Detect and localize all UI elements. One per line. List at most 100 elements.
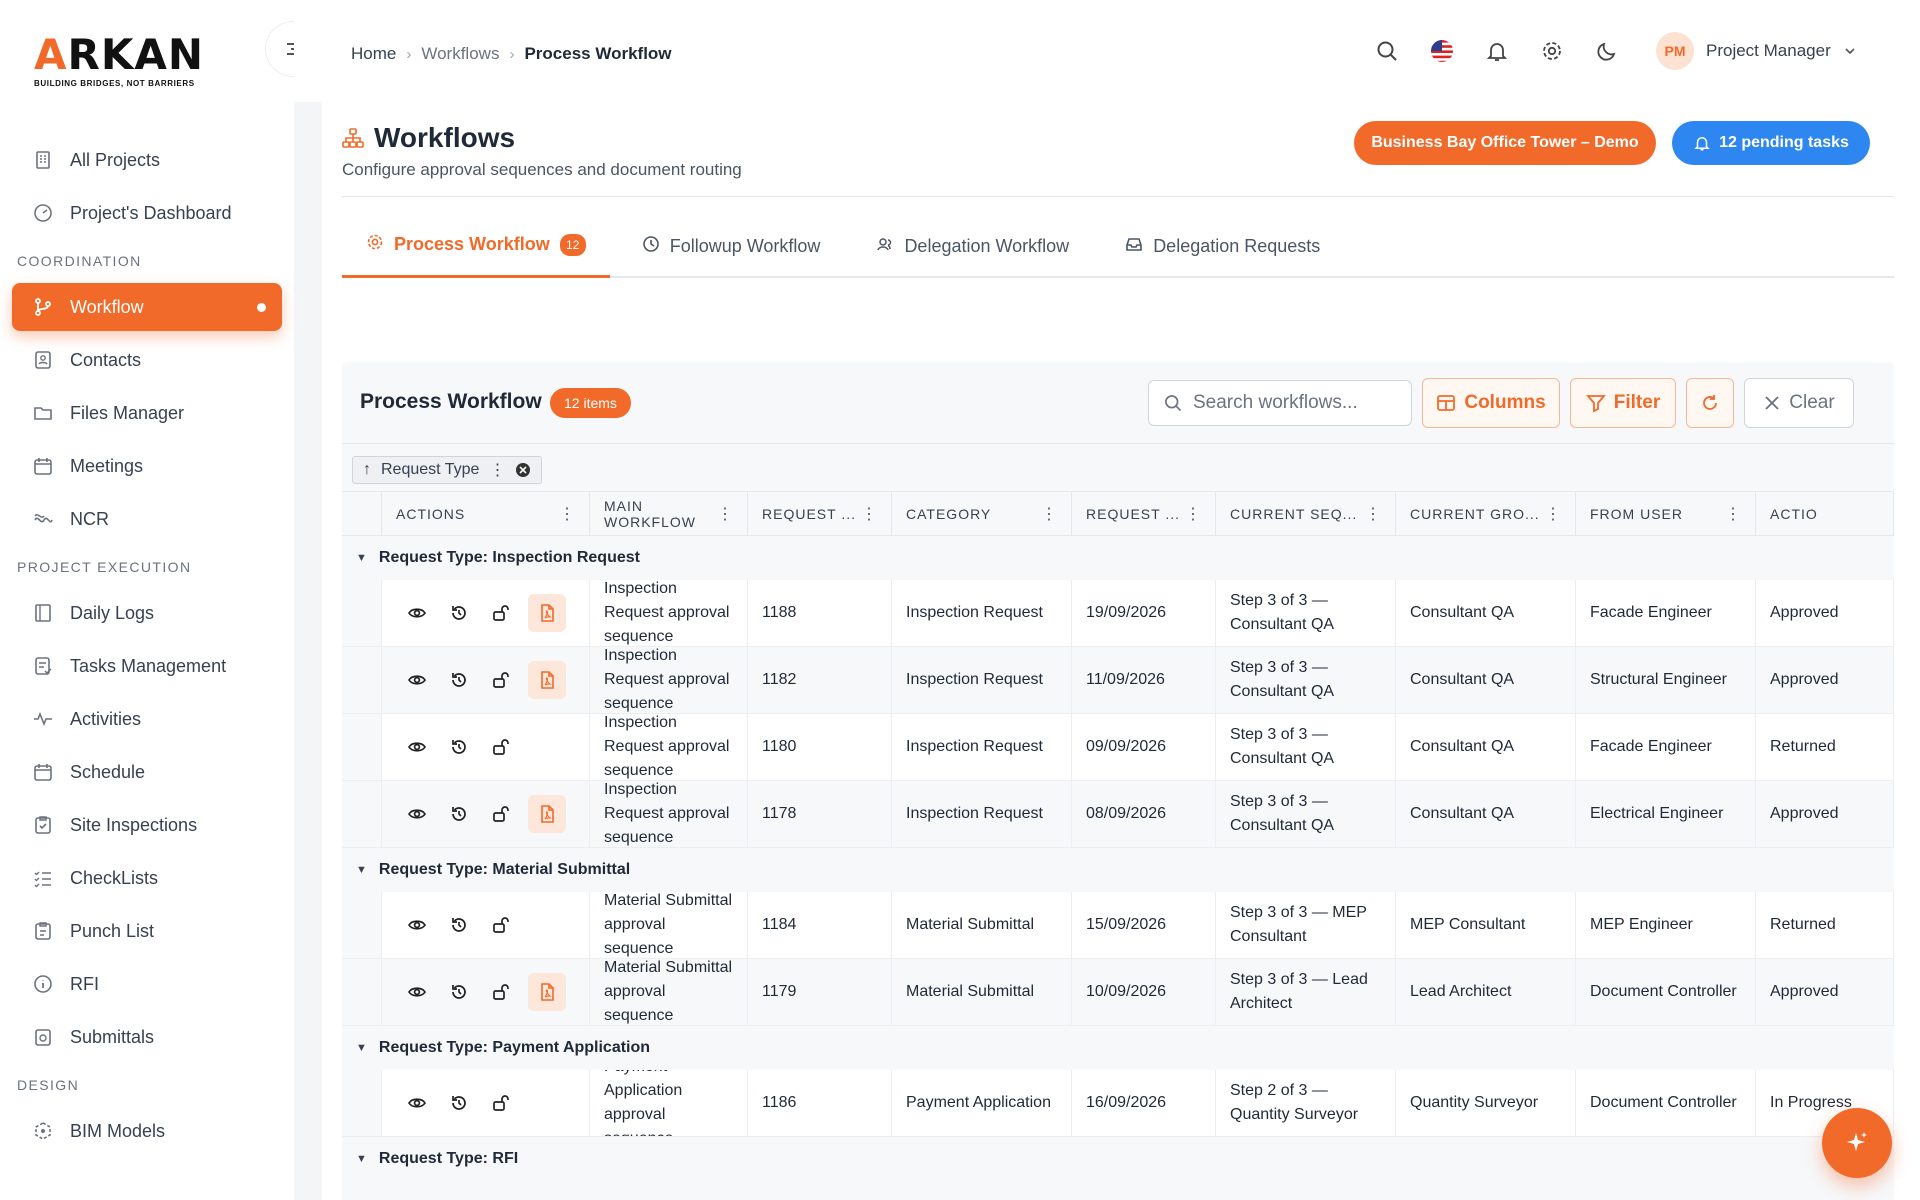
column-header[interactable]: REQUEST ... ⋮ <box>1072 492 1216 536</box>
sidebar-item-checklists[interactable]: CheckLists <box>12 854 282 902</box>
tab-delegation-requests[interactable]: Delegation Requests <box>1101 214 1344 278</box>
sidebar-item-schedule[interactable]: Schedule <box>12 748 282 796</box>
eye-icon[interactable] <box>402 598 432 628</box>
caret-down-icon[interactable]: ▼ <box>356 552 367 564</box>
pending-tasks-button[interactable]: 12 pending tasks <box>1672 121 1870 165</box>
more-vertical-icon[interactable]: ⋮ <box>717 504 733 524</box>
eye-icon[interactable] <box>402 799 432 829</box>
history-icon[interactable] <box>444 732 474 762</box>
search-box <box>1148 380 1412 426</box>
table-row[interactable]: Material Submittal approval sequence 1179… <box>342 959 1894 1026</box>
table-row[interactable]: Inspection Request approval sequence 1188… <box>342 580 1894 647</box>
group-row[interactable]: ▼ Request Type: Payment Application <box>342 1026 1894 1070</box>
more-vertical-icon[interactable]: ⋮ <box>1365 504 1381 524</box>
eye-icon[interactable] <box>402 1088 432 1118</box>
history-icon[interactable] <box>444 910 474 940</box>
us-flag-icon[interactable] <box>1427 36 1457 66</box>
sidebar-item-rfi[interactable]: RFI <box>12 960 282 1008</box>
group-row[interactable]: ▼ Request Type: RFI <box>342 1137 1894 1181</box>
sidebar-item-daily-logs[interactable]: Daily Logs <box>12 589 282 637</box>
table-row[interactable]: Payment Application approval sequence118… <box>342 1070 1894 1137</box>
pdf-icon[interactable] <box>528 594 566 632</box>
remove-circle-icon[interactable] <box>515 462 531 478</box>
sidebar-item-bim-models[interactable]: BIM Models <box>12 1107 282 1155</box>
unlock-icon[interactable] <box>486 977 516 1007</box>
pdf-icon[interactable] <box>528 795 566 833</box>
moon-icon[interactable] <box>1592 36 1622 66</box>
more-vertical-icon[interactable]: ⋮ <box>489 460 505 480</box>
more-vertical-icon[interactable]: ⋮ <box>1041 504 1057 524</box>
more-vertical-icon[interactable]: ⋮ <box>559 504 575 524</box>
group-row[interactable]: ▼ Request Type: Inspection Request <box>342 536 1894 580</box>
ai-assistant-button[interactable] <box>1822 1108 1892 1178</box>
sidebar-item-all-projects[interactable]: All Projects <box>12 136 282 184</box>
unlock-icon[interactable] <box>486 1088 516 1118</box>
search-icon[interactable] <box>1372 36 1402 66</box>
column-header[interactable]: CURRENT GRO... ⋮ <box>1396 492 1576 536</box>
sidebar-item-activities[interactable]: Activities <box>12 695 282 743</box>
clear-button[interactable]: Clear <box>1744 378 1854 428</box>
tab-followup-workflow[interactable]: Followup Workflow <box>618 214 845 278</box>
eye-icon[interactable] <box>402 977 432 1007</box>
tab-delegation-workflow[interactable]: Delegation Workflow <box>852 214 1093 278</box>
columns-button[interactable]: Columns <box>1422 378 1560 428</box>
sidebar-item-files-manager[interactable]: Files Manager <box>12 389 282 437</box>
sidebar-item-tasks-management[interactable]: Tasks Management <box>12 642 282 690</box>
more-vertical-icon[interactable]: ⋮ <box>1725 504 1741 524</box>
pdf-icon[interactable] <box>528 661 566 699</box>
refresh-button[interactable] <box>1686 378 1734 428</box>
group-label: Request Type: RFI <box>378 1150 519 1167</box>
sidebar-item-project-s-dashboard[interactable]: Project's Dashboard <box>12 189 282 237</box>
eye-icon[interactable] <box>402 665 432 695</box>
gear-icon[interactable] <box>1537 36 1567 66</box>
tab-process-workflow[interactable]: Process Workflow 12 <box>342 214 610 278</box>
caret-down-icon[interactable]: ▼ <box>356 864 367 876</box>
search-input[interactable] <box>1193 392 1393 414</box>
column-header[interactable]: ACTIO <box>1756 492 1894 536</box>
sidebar-item-workflow[interactable]: Workflow <box>12 283 282 331</box>
column-header[interactable]: REQUEST ... ⋮ <box>748 492 892 536</box>
unlock-icon[interactable] <box>486 598 516 628</box>
filter-button[interactable]: Filter <box>1570 378 1676 428</box>
caret-down-icon[interactable]: ▼ <box>356 1153 367 1165</box>
more-vertical-icon[interactable]: ⋮ <box>1185 504 1201 524</box>
sidebar-item-submittals[interactable]: Submittals <box>12 1013 282 1061</box>
column-header[interactable]: MAIN WORKFLOW ⋮ <box>590 492 748 536</box>
unlock-icon[interactable] <box>486 732 516 762</box>
sidebar-item-meetings[interactable]: Meetings <box>12 442 282 490</box>
sidebar-item-site-inspections[interactable]: Site Inspections <box>12 801 282 849</box>
bell-icon[interactable] <box>1482 36 1512 66</box>
history-icon[interactable] <box>444 799 474 829</box>
sidebar-item-punch-list[interactable]: Punch List <box>12 907 282 955</box>
eye-icon[interactable] <box>402 910 432 940</box>
table-row[interactable]: Inspection Request approval sequence 1178… <box>342 781 1894 848</box>
column-header[interactable]: CATEGORY ⋮ <box>892 492 1072 536</box>
sidebar-item-ncr[interactable]: NCR <box>12 495 282 543</box>
history-icon[interactable] <box>444 665 474 695</box>
more-vertical-icon[interactable]: ⋮ <box>1545 504 1561 524</box>
column-header[interactable]: FROM USER ⋮ <box>1576 492 1756 536</box>
brand-logo[interactable]: ARKAN BUILDING BRIDGES, NOT BARRIERS <box>34 34 204 89</box>
more-vertical-icon[interactable]: ⋮ <box>861 504 877 524</box>
sidebar-item-contacts[interactable]: Contacts <box>12 336 282 384</box>
history-icon[interactable] <box>444 977 474 1007</box>
user-menu[interactable]: PM Project Manager <box>1656 32 1857 70</box>
column-header[interactable]: ACTIONS ⋮ <box>382 492 590 536</box>
table-row[interactable]: Inspection Request approval sequence 1182… <box>342 647 1894 714</box>
unlock-icon[interactable] <box>486 665 516 695</box>
breadcrumb-home[interactable]: Home <box>351 44 396 64</box>
caret-down-icon[interactable]: ▼ <box>356 1042 367 1054</box>
unlock-icon[interactable] <box>486 910 516 940</box>
table-row[interactable]: Material Submittal approval sequence 1184… <box>342 892 1894 959</box>
pdf-icon[interactable] <box>528 973 566 1011</box>
history-icon[interactable] <box>444 598 474 628</box>
unlock-icon[interactable] <box>486 799 516 829</box>
eye-icon[interactable] <box>402 732 432 762</box>
column-header[interactable]: CURRENT SEQ... ⋮ <box>1216 492 1396 536</box>
project-selector-button[interactable]: Business Bay Office Tower – Demo <box>1354 121 1656 165</box>
group-row[interactable]: ▼ Request Type: Material Submittal <box>342 848 1894 892</box>
history-icon[interactable] <box>444 1088 474 1118</box>
breadcrumb-workflows[interactable]: Workflows <box>421 44 499 64</box>
table-row[interactable]: Inspection Request approval sequence 1180… <box>342 714 1894 781</box>
group-chip-request-type[interactable]: ↑ Request Type ⋮ <box>352 456 543 484</box>
